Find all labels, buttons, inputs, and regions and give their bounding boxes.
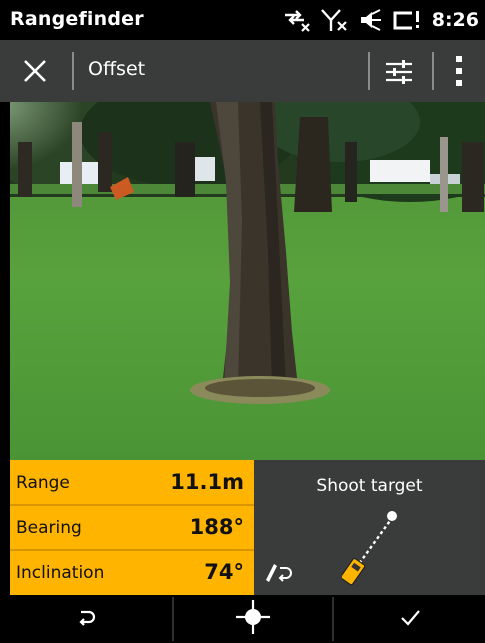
toolbar-divider — [432, 52, 434, 90]
battery-icon — [392, 7, 422, 33]
page-title: Offset — [88, 58, 146, 80]
signal-off-icon — [320, 7, 350, 33]
close-icon[interactable] — [20, 56, 50, 86]
bottom-nav — [0, 595, 485, 643]
toolbar-divider — [368, 52, 370, 90]
inclination-value: 74° — [204, 560, 244, 584]
settings-sliders-icon[interactable] — [384, 57, 414, 87]
status-icons: 8:26 — [282, 6, 479, 34]
back-button[interactable] — [0, 595, 172, 643]
volume-icon — [358, 7, 384, 33]
camera-photo — [10, 102, 485, 460]
range-row: Range 11.1m — [10, 460, 254, 506]
range-label: Range — [16, 473, 70, 493]
readings-panel: Range 11.1m Bearing 188° Inclination 74° — [10, 460, 254, 595]
edit-return-icon[interactable] — [262, 560, 292, 588]
range-value: 11.1m — [170, 470, 244, 494]
laser-rangefinder-icon — [340, 508, 402, 590]
bearing-label: Bearing — [16, 518, 82, 538]
app-title: Rangefinder — [10, 8, 144, 30]
toolbar: Offset — [0, 40, 485, 102]
inclination-label: Inclination — [16, 563, 105, 583]
bearing-row: Bearing 188° — [10, 505, 254, 551]
toolbar-divider — [72, 52, 74, 90]
data-transfer-off-icon — [282, 7, 312, 33]
clock: 8:26 — [431, 9, 479, 31]
status-bar: Rangefinder 8:26 — [0, 0, 485, 40]
shoot-target-label: Shoot target — [316, 476, 423, 496]
back-icon — [75, 606, 97, 632]
crosshair-icon — [236, 600, 270, 638]
accept-button[interactable] — [334, 595, 485, 643]
check-icon — [399, 606, 421, 632]
locate-button[interactable] — [174, 595, 332, 643]
inclination-row: Inclination 74° — [10, 550, 254, 594]
more-vertical-icon[interactable] — [449, 54, 469, 88]
camera-view — [10, 102, 485, 460]
bearing-value: 188° — [189, 515, 244, 539]
shoot-target-button[interactable]: Shoot target — [254, 460, 485, 595]
